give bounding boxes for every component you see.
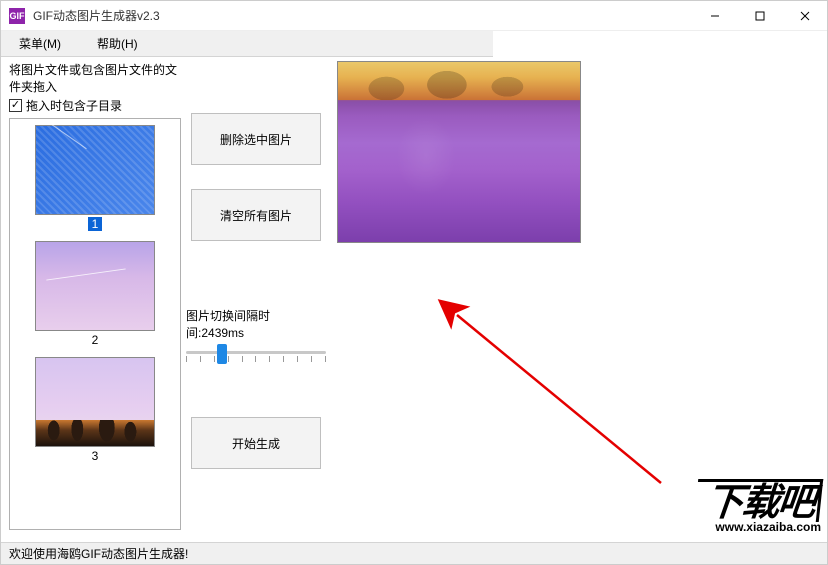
delete-selected-button[interactable]: 删除选中图片 [191, 113, 321, 165]
watermark: 下载吧 www.xiazaiba.com [691, 479, 821, 534]
preview-image [337, 61, 581, 243]
app-icon: GIF [9, 8, 25, 24]
window-title: GIF动态图片生成器v2.3 [33, 7, 160, 24]
thumbnail-label: 1 [88, 217, 103, 231]
controls-column: 删除选中图片 清空所有图片 图片切换间隔时间:2439ms 开始生成 [181, 57, 331, 537]
list-item[interactable]: 2 [35, 241, 155, 347]
window-controls [692, 1, 827, 31]
status-bar: 欢迎使用海鸥GIF动态图片生成器! [1, 542, 827, 564]
maximize-button[interactable] [737, 1, 782, 31]
menu-help[interactable]: 帮助(H) [79, 31, 156, 56]
menu-main[interactable]: 菜单(M) [1, 31, 79, 56]
menu-bar: 菜单(M) 帮助(H) [1, 31, 493, 57]
interval-value: 2439ms [201, 326, 244, 340]
slider-thumb[interactable] [217, 344, 227, 364]
checkbox-label: 拖入时包含子目录 [26, 97, 122, 114]
drag-instruction: 将图片文件或包含图片文件的文件夹拖入 [9, 61, 181, 95]
clear-all-button[interactable]: 清空所有图片 [191, 189, 321, 241]
list-item[interactable]: 1 [35, 125, 155, 231]
include-subfolders-checkbox[interactable]: ✓ 拖入时包含子目录 [9, 97, 181, 114]
status-text: 欢迎使用海鸥GIF动态图片生成器! [9, 545, 188, 562]
watermark-logo: 下载吧 [694, 479, 824, 522]
minimize-button[interactable] [692, 1, 737, 31]
thumbnail-label: 2 [88, 333, 103, 347]
slider-ticks [186, 356, 326, 362]
thumbnail-image [35, 357, 155, 447]
interval-label: 图片切换间隔时间:2439ms [186, 307, 326, 341]
slider-track [186, 351, 326, 354]
title-bar: GIF GIF动态图片生成器v2.3 [1, 1, 827, 31]
thumbnail-image [35, 125, 155, 215]
close-button[interactable] [782, 1, 827, 31]
start-generate-button[interactable]: 开始生成 [191, 417, 321, 469]
interval-slider[interactable] [186, 345, 326, 373]
main-area: 将图片文件或包含图片文件的文件夹拖入 ✓ 拖入时包含子目录 1 2 3 删除选中… [1, 57, 827, 537]
interval-section: 图片切换间隔时间:2439ms [186, 307, 326, 373]
thumbnail-list[interactable]: 1 2 3 [9, 118, 181, 530]
preview-column [331, 57, 581, 537]
thumbnail-image [35, 241, 155, 331]
list-item[interactable]: 3 [35, 357, 155, 463]
thumbnail-label: 3 [88, 449, 103, 463]
checkbox-icon: ✓ [9, 99, 22, 112]
left-column: 将图片文件或包含图片文件的文件夹拖入 ✓ 拖入时包含子目录 1 2 3 [1, 57, 181, 537]
